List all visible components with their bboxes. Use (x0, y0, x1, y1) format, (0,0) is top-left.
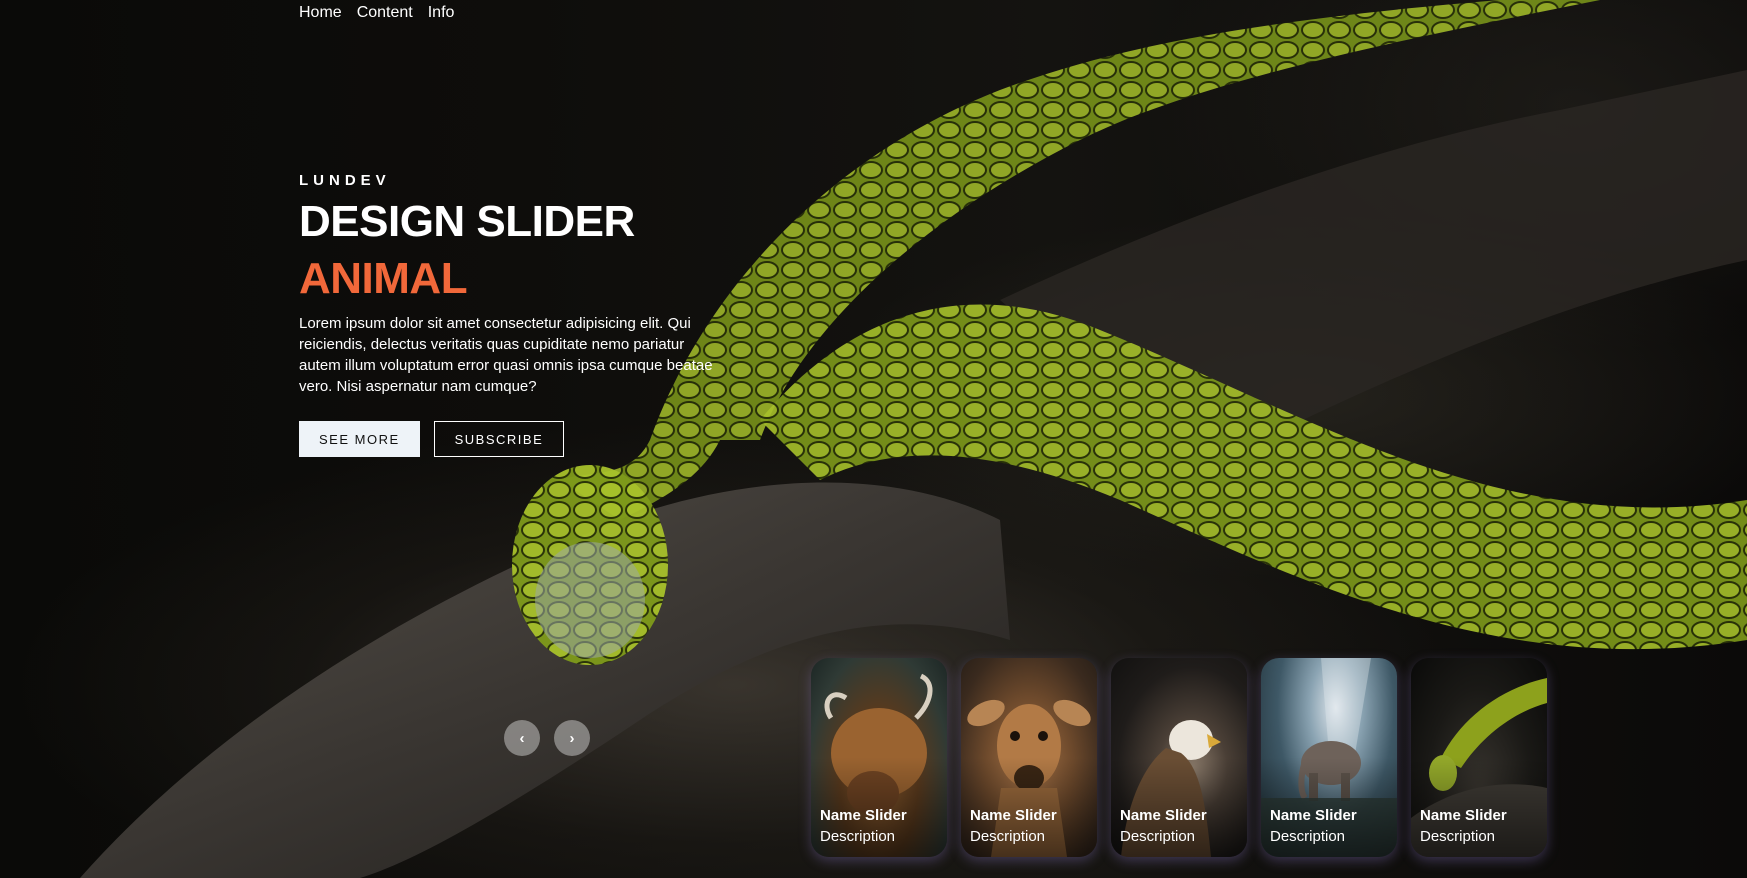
thumbnail-description: Description (1270, 828, 1346, 845)
thumbnail-description: Description (970, 828, 1046, 845)
thumbnail-name: Name Slider (970, 807, 1057, 824)
thumbnail-item[interactable]: Name Slider Description (1111, 658, 1247, 857)
slide-topic: ANIMAL (299, 254, 468, 304)
prev-arrow-button[interactable]: ‹ (504, 720, 540, 756)
slider-stage: Home Content Info LUNDEV DESIGN SLIDER A… (0, 0, 1747, 878)
thumbnail-info: Name Slider Description (820, 806, 907, 847)
thumbnail-info: Name Slider Description (970, 806, 1057, 847)
thumbnail-item[interactable]: Name Slider Description (961, 658, 1097, 857)
thumbnail-name: Name Slider (1420, 807, 1507, 824)
top-nav: Home Content Info (299, 4, 454, 22)
chevron-left-icon: ‹ (519, 729, 525, 747)
slide-title: DESIGN SLIDER (299, 197, 635, 246)
thumbnail-item[interactable]: Name Slider Description (811, 658, 947, 857)
slider-arrows: ‹ › (504, 720, 590, 756)
see-more-button[interactable]: SEE MORE (299, 421, 420, 458)
thumbnail-item[interactable]: Name Slider Description (1411, 658, 1547, 857)
hero-content: LUNDEV DESIGN SLIDER ANIMAL Lorem ipsum … (299, 172, 739, 458)
thumbnail-description: Description (1120, 828, 1196, 845)
nav-content-link[interactable]: Content (357, 4, 413, 22)
subscribe-button[interactable]: SUBSCRIBE (433, 421, 565, 458)
thumbnail-info: Name Slider Description (1270, 806, 1357, 847)
thumbnail-name: Name Slider (1120, 807, 1207, 824)
author-label: LUNDEV (299, 172, 391, 189)
chevron-right-icon: › (569, 729, 575, 747)
thumbnail-info: Name Slider Description (1120, 806, 1207, 847)
nav-home-link[interactable]: Home (299, 4, 342, 22)
hero-buttons: SEE MORE SUBSCRIBE (299, 421, 739, 458)
slide-description: Lorem ipsum dolor sit amet consectetur a… (299, 315, 713, 396)
thumbnail-description: Description (1420, 828, 1496, 845)
thumbnail-list: Name Slider Description Name Slider Desc… (811, 658, 1547, 857)
thumbnail-item[interactable]: Name Slider Description (1261, 658, 1397, 857)
thumbnail-name: Name Slider (820, 807, 907, 824)
nav-info-link[interactable]: Info (428, 4, 455, 22)
next-arrow-button[interactable]: › (554, 720, 590, 756)
thumbnail-name: Name Slider (1270, 807, 1357, 824)
thumbnail-info: Name Slider Description (1420, 806, 1507, 847)
thumbnail-description: Description (820, 828, 896, 845)
